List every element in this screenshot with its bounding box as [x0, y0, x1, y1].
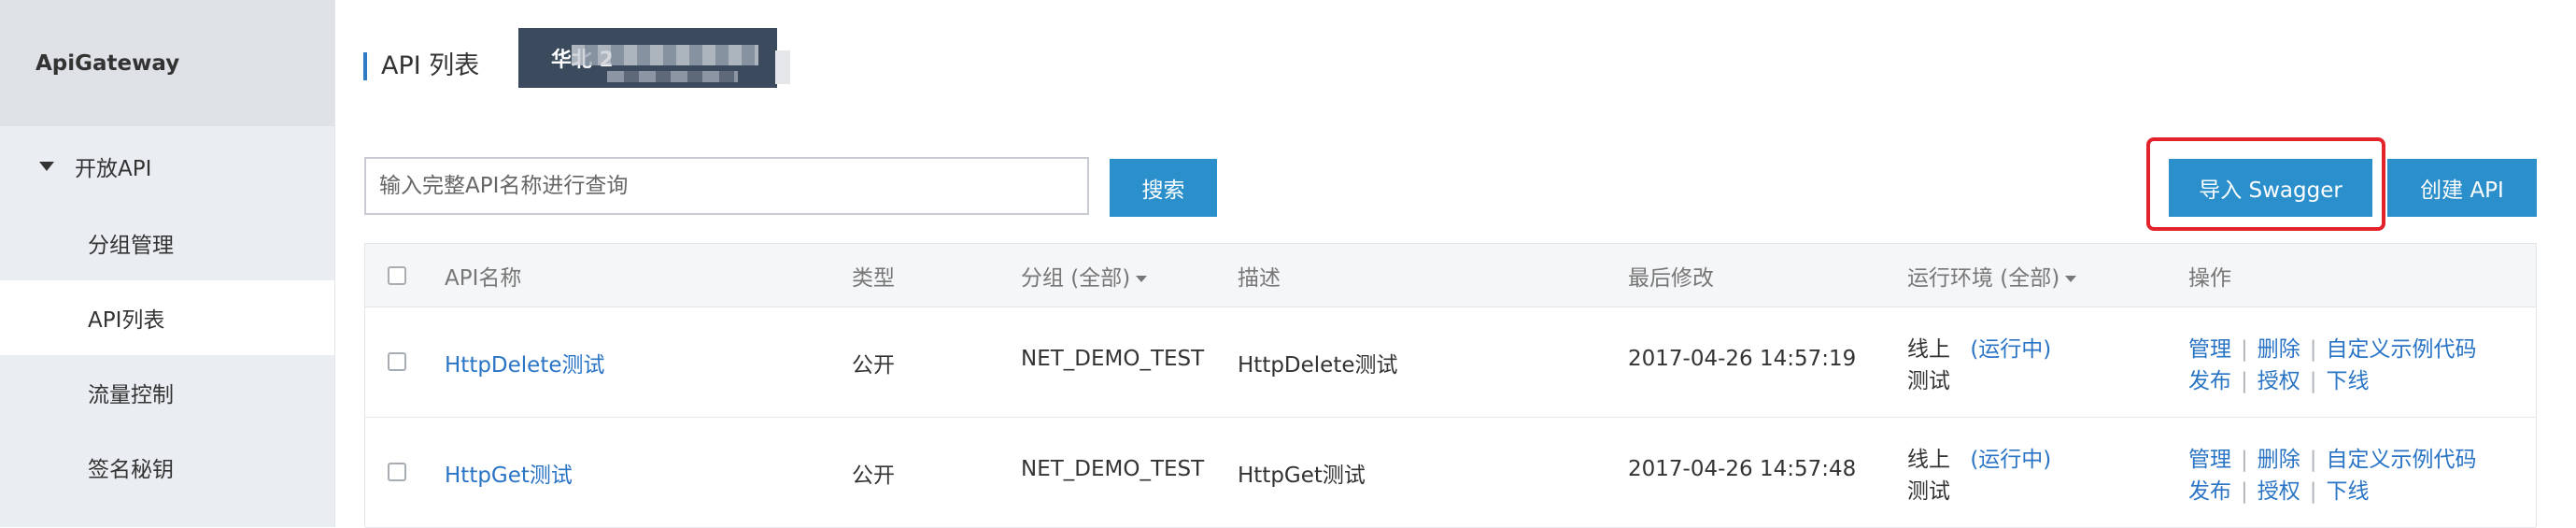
column-header-group-label: 分组 (全部): [1021, 266, 1131, 291]
authorize-link[interactable]: 授权: [2258, 369, 2300, 393]
custom-sample-code-link[interactable]: 自定义示例代码: [2327, 448, 2477, 472]
select-all-checkbox[interactable]: [388, 266, 406, 285]
sidebar-item-signature-key[interactable]: 签名秘钥: [0, 430, 334, 505]
api-type: 公开: [852, 464, 895, 488]
api-name-link[interactable]: HttpDelete测试: [445, 347, 605, 378]
row-operations-line1: 管理 | 删除 | 自定义示例代码: [2188, 441, 2477, 473]
row-operations-line2: 发布 | 授权 | 下线: [2188, 363, 2370, 394]
sidebar-title: ApiGateway: [0, 0, 334, 126]
column-header-env[interactable]: 运行环境 (全部): [1907, 260, 2077, 292]
sidebar-item-label: 流量控制: [88, 383, 174, 407]
env-test: 测试: [1907, 369, 1950, 393]
redaction-mask: [572, 45, 758, 65]
manage-link[interactable]: 管理: [2188, 337, 2231, 362]
env-online-label: 线上: [1907, 448, 1950, 472]
env-status-running[interactable]: (运行中): [1970, 337, 2051, 362]
api-group: NET_DEMO_TEST: [1021, 347, 1205, 371]
env-online: 线上 (运行中): [1907, 441, 2051, 473]
api-name-link[interactable]: HttpGet测试: [445, 457, 573, 489]
authorize-link[interactable]: 授权: [2258, 479, 2300, 504]
api-group: NET_DEMO_TEST: [1021, 457, 1205, 481]
caret-down-icon: [1136, 276, 1148, 282]
row-operations-line1: 管理 | 删除 | 自定义示例代码: [2188, 331, 2477, 363]
redaction-mask: [607, 71, 738, 82]
env-online-label: 线上: [1907, 337, 1950, 362]
separator: |: [2309, 369, 2317, 393]
sidebar-item-label: 签名秘钥: [88, 458, 174, 482]
sidebar: ApiGateway 开放API 分组管理 API列表 流量控制 签名秘钥: [0, 0, 334, 527]
highlight-annotation: [2146, 137, 2385, 231]
env-online: 线上 (运行中): [1907, 331, 2051, 363]
sidebar-item-api-list[interactable]: API列表: [0, 280, 334, 355]
api-table: API名称 类型 分组 (全部) 描述 最后修改 运行环境 (全部) 操作 Ht…: [364, 243, 2537, 528]
sidebar-item-group-management[interactable]: 分组管理: [0, 206, 334, 280]
api-last-modified: 2017-04-26 14:57:19: [1628, 347, 1857, 371]
separator: |: [2309, 337, 2317, 362]
column-header-desc: 描述: [1238, 266, 1281, 291]
separator: |: [2241, 479, 2248, 504]
column-header-type: 类型: [852, 266, 895, 291]
table-header: API名称 类型 分组 (全部) 描述 最后修改 运行环境 (全部) 操作: [365, 244, 2536, 307]
sidebar-item-label: 分组管理: [88, 234, 174, 258]
sidebar-item-label: API列表: [88, 308, 165, 333]
page-title: API 列表: [381, 51, 480, 80]
api-last-modified: 2017-04-26 14:57:48: [1628, 457, 1857, 481]
delete-link[interactable]: 删除: [2258, 448, 2300, 472]
publish-link[interactable]: 发布: [2188, 479, 2231, 504]
separator: |: [2241, 337, 2248, 362]
separator: |: [2309, 448, 2317, 472]
table-row: HttpGet测试 公开 NET_DEMO_TEST HttpGet测试 201…: [365, 418, 2536, 528]
custom-sample-code-link[interactable]: 自定义示例代码: [2327, 337, 2477, 362]
column-header-modified: 最后修改: [1628, 266, 1714, 291]
sidebar-divider: [334, 0, 335, 527]
offline-link[interactable]: 下线: [2327, 479, 2370, 504]
column-header-env-label: 运行环境 (全部): [1907, 266, 2060, 291]
search-button[interactable]: 搜索: [1110, 159, 1217, 217]
delete-link[interactable]: 删除: [2258, 337, 2300, 362]
row-operations-line2: 发布 | 授权 | 下线: [2188, 473, 2370, 505]
manage-link[interactable]: 管理: [2188, 448, 2231, 472]
api-type: 公开: [852, 353, 895, 378]
column-header-group[interactable]: 分组 (全部): [1021, 260, 1148, 292]
separator: |: [2309, 479, 2317, 504]
env-status-running[interactable]: (运行中): [1970, 448, 2051, 472]
api-description: HttpGet测试: [1238, 464, 1366, 488]
row-checkbox[interactable]: [388, 463, 406, 481]
column-header-ops: 操作: [2188, 266, 2231, 291]
sidebar-group-open-api[interactable]: 开放API: [0, 126, 334, 206]
table-row: HttpDelete测试 公开 NET_DEMO_TEST HttpDelete…: [365, 307, 2536, 418]
region-selector-edge: [775, 50, 790, 84]
create-api-button[interactable]: 创建 API: [2387, 159, 2537, 217]
sidebar-item-traffic-control[interactable]: 流量控制: [0, 355, 334, 430]
row-checkbox[interactable]: [388, 352, 406, 371]
caret-down-icon: [39, 161, 54, 171]
api-description: HttpDelete测试: [1238, 353, 1398, 378]
sidebar-group-label: 开放API: [75, 156, 152, 181]
caret-down-icon: [2065, 276, 2077, 282]
page-title-accent: [363, 52, 367, 80]
separator: |: [2241, 448, 2248, 472]
publish-link[interactable]: 发布: [2188, 369, 2231, 393]
offline-link[interactable]: 下线: [2327, 369, 2370, 393]
separator: |: [2241, 369, 2248, 393]
search-input[interactable]: [364, 157, 1089, 215]
column-header-name: API名称: [445, 266, 522, 291]
env-test: 测试: [1907, 479, 1950, 504]
